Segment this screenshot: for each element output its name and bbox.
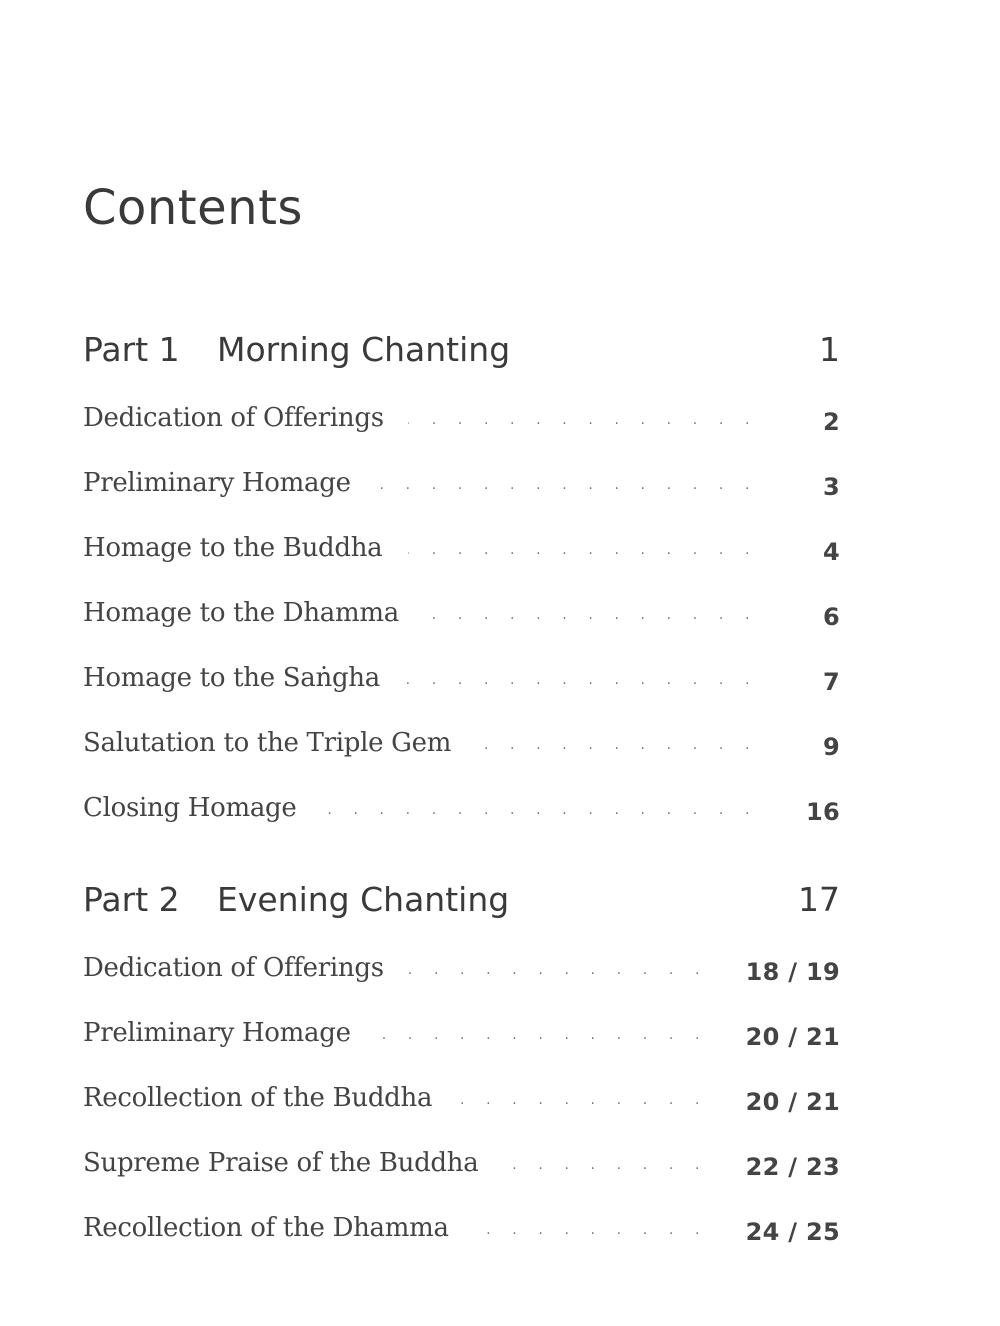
entry-page-number: 16	[806, 798, 840, 826]
entry-page-number: 9	[823, 733, 840, 761]
toc-entry[interactable]: Recollection of the Dhamma . . . . . . .…	[83, 1210, 840, 1250]
toc-entry[interactable]: Recollection of the Buddha . . . . . . .…	[83, 1080, 840, 1120]
dot-leader: . . . . . . . . . . . . . . . . . . . . …	[392, 672, 758, 688]
entry-title: Salutation to the Triple Gem	[83, 728, 452, 758]
entry-page-number: 4	[823, 538, 840, 566]
dot-leader: . . . . . . . . . . . . . . . . . . . . …	[408, 542, 758, 558]
toc-entry[interactable]: Preliminary Homage . . . . . . . . . . .…	[83, 465, 840, 505]
toc-entry[interactable]: Homage to the Dhamma . . . . . . . . . .…	[83, 595, 840, 635]
toc-entry[interactable]: Dedication of Offerings . . . . . . . . …	[83, 400, 840, 440]
part-number: Part 1	[83, 330, 180, 369]
entry-page-number: 22 / 23	[745, 1153, 840, 1181]
toc-entry[interactable]: Preliminary Homage . . . . . . . . . . .…	[83, 1015, 840, 1055]
entry-title: Preliminary Homage	[83, 1018, 351, 1048]
entry-page-number: 20 / 21	[745, 1088, 840, 1116]
toc-entry[interactable]: Supreme Praise of the Buddha . . . . . .…	[83, 1145, 840, 1185]
entry-title: Recollection of the Buddha	[83, 1083, 433, 1113]
part-name: Evening Chanting	[217, 880, 510, 919]
entry-page-number: 7	[823, 668, 840, 696]
dot-leader: . . . . . . . . . . . . . . . . . . . . …	[311, 802, 758, 818]
entry-title: Supreme Praise of the Buddha	[83, 1148, 479, 1178]
toc-entry[interactable]: Homage to the Saṅgha . . . . . . . . . .…	[83, 660, 840, 700]
entry-title: Homage to the Saṅgha	[83, 663, 380, 693]
entry-page-number: 2	[823, 408, 840, 436]
dot-leader: . . . . . . . . . . . . . . . . . . . . …	[376, 1027, 708, 1043]
entry-title: Recollection of the Dhamma	[83, 1213, 449, 1243]
toc-entry[interactable]: Salutation to the Triple Gem . . . . . .…	[83, 725, 840, 765]
entry-title: Closing Homage	[83, 793, 297, 823]
entry-title: Dedication of Offerings	[83, 953, 384, 983]
entry-page-number: 24 / 25	[745, 1218, 840, 1246]
entry-title: Preliminary Homage	[83, 468, 351, 498]
entry-page-number: 6	[823, 603, 840, 631]
dot-leader: . . . . . . . . . . . . . . . . . . . . …	[491, 1157, 708, 1173]
dot-leader: . . . . . . . . . . . . . . . . . . . . …	[376, 477, 758, 493]
dot-leader: . . . . . . . . . . . . . . . . . . . . …	[459, 1092, 708, 1108]
entry-title: Dedication of Offerings	[83, 403, 384, 433]
dot-leader: . . . . . . . . . . . . . . . . . . . . …	[475, 1222, 708, 1238]
entry-title: Homage to the Buddha	[83, 533, 383, 563]
entry-page-number: 18 / 19	[745, 958, 840, 986]
part-page-number: 17	[798, 880, 840, 919]
page-title: Contents	[83, 180, 303, 236]
part-page-number: 1	[819, 330, 840, 369]
dot-leader: . . . . . . . . . . . . . . . . . . . . …	[424, 607, 758, 623]
part-heading[interactable]: Part 1 Morning Chanting 1	[83, 328, 840, 372]
toc-entry[interactable]: Homage to the Buddha . . . . . . . . . .…	[83, 530, 840, 570]
dot-leader: . . . . . . . . . . . . . . . . . . . . …	[408, 412, 758, 428]
dot-leader: . . . . . . . . . . . . . . . . . . . . …	[408, 962, 708, 978]
dot-leader: . . . . . . . . . . . . . . . . . . . . …	[475, 737, 758, 753]
entry-title: Homage to the Dhamma	[83, 598, 399, 628]
part-heading[interactable]: Part 2 Evening Chanting 17	[83, 878, 840, 922]
part-name: Morning Chanting	[217, 330, 511, 369]
toc-entry[interactable]: Dedication of Offerings . . . . . . . . …	[83, 950, 840, 990]
contents-page: Contents Part 1 Morning Chanting 1 Dedic…	[83, 0, 840, 1326]
toc-entry[interactable]: Closing Homage . . . . . . . . . . . . .…	[83, 790, 840, 830]
entry-page-number: 20 / 21	[745, 1023, 840, 1051]
entry-page-number: 3	[823, 473, 840, 501]
part-number: Part 2	[83, 880, 180, 919]
